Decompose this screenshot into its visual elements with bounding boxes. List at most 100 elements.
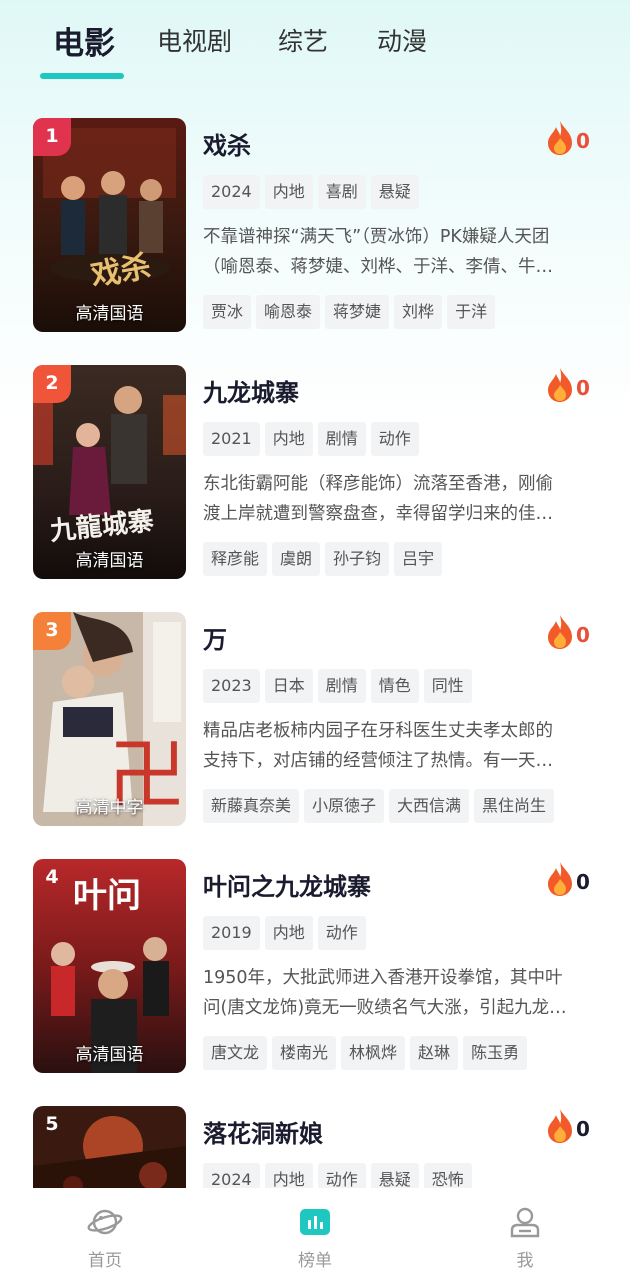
movie-description: 1950年，大批武师进入香港开设拳馆，其中叶 问(唐文龙饰)竟无一败绩名气大涨，…	[203, 968, 567, 1018]
tag-year: 2019	[203, 916, 260, 950]
quality-label: 高清国语	[75, 551, 144, 571]
cast-row: 贾冰 喻恩泰 蒋梦婕 刘桦 于洋	[203, 295, 500, 329]
tab-anime[interactable]: 动漫	[377, 22, 427, 58]
tag-region: 日本	[264, 669, 313, 703]
rank-badge: 2	[33, 365, 71, 403]
cast-tag[interactable]: 孙子钧	[325, 542, 390, 576]
tag-genre: 同性	[423, 669, 472, 703]
list-item[interactable]: 叶问 4 高清国语 叶问之九龙城寨 0 2019 内地 动作 1950年，大批武师进…	[0, 859, 630, 1073]
nav-me-label: 我	[516, 1251, 534, 1271]
cast-tag[interactable]: 蒋梦婕	[325, 295, 390, 329]
tag-year: 2024	[203, 175, 260, 209]
tag-genre: 悬疑	[370, 175, 419, 209]
cast-tag[interactable]: 楼南光	[272, 1036, 337, 1070]
quality-label: 高清国语	[75, 304, 144, 324]
user-icon	[510, 1207, 540, 1238]
poster-image[interactable]: 卍 3 高清中字	[33, 612, 186, 826]
flame-icon	[548, 862, 572, 896]
tag-region: 内地	[264, 1163, 313, 1188]
rank-badge: 5	[45, 1113, 59, 1135]
flame-icon	[548, 121, 572, 155]
movie-title[interactable]: 万	[203, 620, 227, 655]
cast-tag[interactable]: 陈玉勇	[463, 1036, 528, 1070]
category-tabs: 电影 电视剧 综艺 动漫	[0, 0, 630, 90]
tag-genre: 喜剧	[317, 175, 366, 209]
movie-title[interactable]: 叶问之九龙城寨	[203, 867, 371, 902]
tag-row: 2021 内地 剧情 动作	[203, 422, 424, 456]
cast-tag[interactable]: 赵琳	[410, 1036, 459, 1070]
cast-tag[interactable]: 林枫烨	[341, 1036, 406, 1070]
list-item[interactable]: 5 落花洞新娘 0 2024 内地 动作 悬疑 恐怖	[0, 1106, 630, 1188]
flame-icon	[548, 615, 572, 649]
cast-row: 释彦能 虞朗 孙子钧 吕宇	[203, 542, 447, 576]
tag-genre: 动作	[317, 916, 366, 950]
nav-me[interactable]: 我	[495, 1206, 555, 1271]
quality-label: 高清国语	[75, 1045, 144, 1065]
tag-genre: 动作	[370, 422, 419, 456]
cast-tag[interactable]: 虞朗	[272, 542, 321, 576]
heat-indicator: 0	[546, 367, 606, 407]
nav-home[interactable]: 首页	[75, 1206, 135, 1271]
nav-ranking[interactable]: 榜单	[285, 1206, 345, 1271]
cast-row: 唐文龙 楼南光 林枫烨 赵琳 陈玉勇	[203, 1036, 532, 1070]
tab-variety[interactable]: 综艺	[278, 22, 328, 58]
planet-icon	[87, 1209, 123, 1235]
tab-movies[interactable]: 电影	[53, 18, 115, 63]
cast-tag[interactable]: 小原徳子	[304, 789, 385, 823]
cast-tag[interactable]: 于洋	[447, 295, 496, 329]
tag-genre: 剧情	[317, 669, 366, 703]
ranking-list: 戏杀 1 高清国语 戏杀 0 2024 内地 喜剧 悬疑 不靠谱神探“满天飞”（贾冰饰…	[0, 118, 630, 1188]
tag-genre: 动作	[317, 1163, 366, 1188]
movie-title[interactable]: 九龙城寨	[203, 373, 299, 408]
movie-title[interactable]: 落花洞新娘	[203, 1114, 323, 1149]
flame-icon	[548, 368, 572, 402]
tag-genre: 恐怖	[423, 1163, 472, 1188]
movie-title[interactable]: 戏杀	[203, 126, 251, 161]
heat-indicator: 0	[546, 861, 606, 901]
cast-row: 新藤真奈美 小原徳子 大西信满 黒住尚生	[203, 789, 559, 823]
cast-tag[interactable]: 新藤真奈美	[203, 789, 300, 823]
cast-tag[interactable]: 喻恩泰	[256, 295, 321, 329]
list-item[interactable]: 戏杀 1 高清国语 戏杀 0 2024 内地 喜剧 悬疑 不靠谱神探“满天飞”（贾冰饰…	[0, 118, 630, 332]
movie-description: 精品店老板柿内园子在牙科医生丈夫孝太郎的 支持下，对店铺的经营倾注了热情。有一天…	[203, 721, 553, 771]
cast-tag[interactable]: 释彦能	[203, 542, 268, 576]
tag-region: 内地	[264, 175, 313, 209]
list-item[interactable]: 卍 3 高清中字 万 0 2023 日本 剧情 情色 同性 精品店老板柿内园子在牙科医生…	[0, 612, 630, 826]
tag-region: 内地	[264, 916, 313, 950]
tag-genre: 情色	[370, 669, 419, 703]
poster-image[interactable]: 5	[33, 1106, 186, 1188]
tag-genre: 悬疑	[370, 1163, 419, 1188]
flame-icon	[548, 1109, 572, 1143]
list-item[interactable]: 九龍城寨 2 高清国语 九龙城寨 0 2021 内地 剧情 动作 东北街霸阿能（释彦能…	[0, 365, 630, 579]
cast-tag[interactable]: 黒住尚生	[474, 789, 555, 823]
bottom-navigation: 首页 榜单 我	[0, 1188, 630, 1280]
rank-badge: 4	[45, 866, 59, 888]
tab-tv-series[interactable]: 电视剧	[157, 22, 232, 58]
heat-count: 0	[576, 623, 590, 647]
rank-badge: 1	[33, 118, 71, 156]
tag-row: 2024 内地 喜剧 悬疑	[203, 175, 424, 209]
poster-image[interactable]: 戏杀 1 高清国语	[33, 118, 186, 332]
heat-indicator: 0	[546, 120, 606, 160]
tag-year: 2021	[203, 422, 260, 456]
poster-title-art: 叶问	[73, 876, 141, 916]
heat-count: 0	[576, 870, 590, 894]
heat-count: 0	[576, 129, 590, 153]
cast-tag[interactable]: 贾冰	[203, 295, 252, 329]
rank-badge: 3	[33, 612, 71, 650]
poster-image[interactable]: 叶问 4 高清国语	[33, 859, 186, 1073]
heat-indicator: 0	[546, 1108, 606, 1148]
quality-label: 高清中字	[75, 798, 144, 818]
tag-row: 2024 内地 动作 悬疑 恐怖	[203, 1163, 477, 1188]
heat-count: 0	[576, 376, 590, 400]
movie-description: 不靠谱神探“满天飞”（贾冰饰）PK嫌疑人天团 （喻恩泰、蒋梦婕、刘桦、于洋、李倩…	[203, 227, 553, 277]
tag-year: 2024	[203, 1163, 260, 1188]
cast-tag[interactable]: 吕宇	[394, 542, 443, 576]
heat-count: 0	[576, 1117, 590, 1141]
poster-image[interactable]: 九龍城寨 2 高清国语	[33, 365, 186, 579]
cast-tag[interactable]: 大西信满	[389, 789, 470, 823]
tag-genre: 剧情	[317, 422, 366, 456]
cast-tag[interactable]: 刘桦	[394, 295, 443, 329]
cast-tag[interactable]: 唐文龙	[203, 1036, 268, 1070]
chart-icon	[300, 1209, 330, 1235]
